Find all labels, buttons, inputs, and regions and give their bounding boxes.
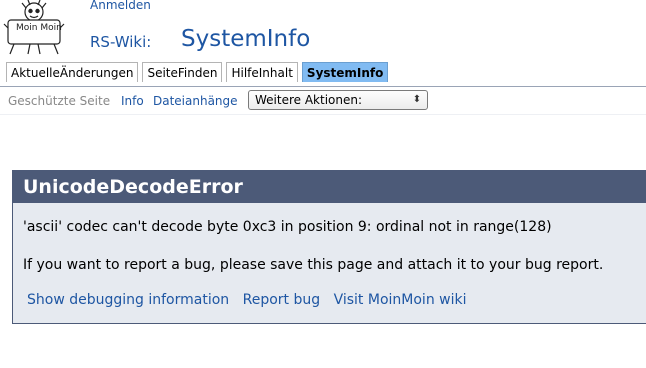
more-actions-select[interactable]: Weitere Aktionen: ⬍ bbox=[248, 90, 428, 110]
error-links: Show debugging information Report bug Vi… bbox=[27, 292, 475, 308]
select-updown-icon: ⬍ bbox=[412, 94, 422, 105]
tab-find-page[interactable]: SeiteFinden bbox=[142, 62, 223, 82]
page-actions-bar: Geschützte Seite Info Dateianhänge Weite… bbox=[0, 88, 646, 114]
moinmoin-logo-icon[interactable]: Moin Moin bbox=[2, 0, 66, 56]
nav-tab-bar: AktuelleÄnderungen SeiteFinden HilfeInha… bbox=[0, 60, 646, 87]
more-actions-selected: Weitere Aktionen: bbox=[255, 93, 363, 107]
visit-moinmoin-link[interactable]: Visit MoinMoin wiki bbox=[334, 292, 467, 308]
protected-page-label: Geschützte Seite bbox=[8, 94, 111, 108]
bug-report-note: If you want to report a bug, please save… bbox=[23, 257, 604, 273]
error-panel: UnicodeDecodeError 'ascii' codec can't d… bbox=[12, 170, 646, 324]
page-title[interactable]: SystemInfo bbox=[181, 26, 310, 52]
login-link[interactable]: Anmelden bbox=[90, 0, 151, 12]
tab-help-contents[interactable]: HilfeInhalt bbox=[226, 62, 298, 82]
tab-recent-changes[interactable]: AktuelleÄnderungen bbox=[6, 62, 139, 82]
show-debug-link[interactable]: Show debugging information bbox=[27, 292, 229, 308]
report-bug-link[interactable]: Report bug bbox=[243, 292, 321, 308]
wiki-name-link[interactable]: RS-Wiki: bbox=[90, 33, 151, 51]
info-link[interactable]: Info bbox=[121, 94, 144, 108]
logo-text-1: Moin Moin bbox=[16, 23, 62, 33]
attachments-link[interactable]: Dateianhänge bbox=[153, 94, 238, 108]
error-title: UnicodeDecodeError bbox=[13, 171, 646, 203]
tab-system-info[interactable]: SystemInfo bbox=[301, 62, 389, 82]
divider bbox=[0, 114, 646, 115]
nav-tabs: AktuelleÄnderungen SeiteFinden HilfeInha… bbox=[6, 62, 389, 82]
error-message: 'ascii' codec can't decode byte 0xc3 in … bbox=[23, 219, 552, 235]
